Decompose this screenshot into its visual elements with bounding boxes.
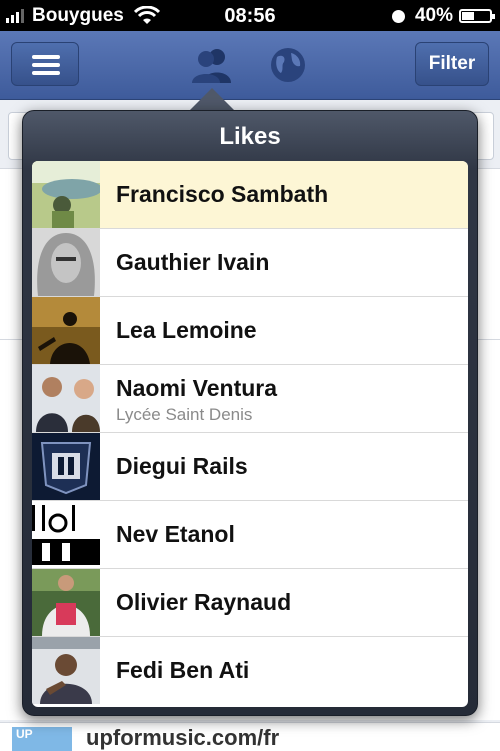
item-subtitle: Lycée Saint Denis [116, 405, 253, 424]
list-item[interactable]: Francisco Sambath [32, 161, 468, 229]
avatar [32, 569, 100, 636]
likes-list: Francisco Sambath Gauthier Ivain Lea Lem… [32, 161, 468, 707]
list-item[interactable]: Lea Lemoine [32, 297, 468, 365]
avatar [32, 501, 100, 568]
avatar [32, 161, 100, 228]
menu-button[interactable] [11, 42, 79, 86]
avatar [32, 297, 100, 364]
battery-percent: 40% [414, 5, 453, 26]
item-name: Francisco Sambath [116, 181, 329, 207]
link-url: upformusic.com/fr [86, 725, 280, 750]
friend-requests-icon[interactable] [190, 45, 234, 85]
likes-popover: Likes Francisco Sambath Gauthier Ivain L… [22, 110, 478, 716]
list-item[interactable]: Nev Etanol [32, 501, 468, 569]
list-item[interactable]: Naomi Ventura Lycée Saint Denis [32, 365, 468, 433]
item-name: Gauthier Ivain [116, 249, 270, 275]
item-name: Lea Lemoine [116, 317, 257, 343]
avatar [32, 365, 100, 432]
item-name: Diegui Rails [116, 453, 248, 479]
item-name: Fedi Ben Ati [116, 657, 250, 683]
battery-icon [459, 9, 495, 23]
item-name: Olivier Raynaud [116, 589, 292, 615]
avatar [32, 637, 100, 704]
link-thumbnail: UP [12, 727, 72, 751]
item-name: Naomi Ventura [116, 375, 278, 401]
avatar [32, 433, 100, 500]
nav-bar: Filter [0, 31, 500, 100]
battery-area: 40% [391, 5, 495, 27]
notifications-globe-icon[interactable] [268, 45, 308, 85]
list-item[interactable]: Gauthier Ivain [32, 229, 468, 297]
popover-pointer [190, 88, 234, 110]
filter-button[interactable]: Filter [415, 42, 489, 86]
status-bar: Bouygues 08:56 40% [0, 0, 500, 31]
avatar [32, 229, 100, 296]
list-item[interactable]: Fedi Ben Ati [32, 637, 468, 705]
list-item[interactable]: Olivier Raynaud [32, 569, 468, 637]
background-link-preview[interactable]: UP upformusic.com/fr [0, 722, 500, 751]
item-name: Nev Etanol [116, 521, 235, 547]
alarm-clock-icon [391, 9, 405, 23]
list-item[interactable]: Diegui Rails [32, 433, 468, 501]
popover-title: Likes [219, 123, 281, 150]
